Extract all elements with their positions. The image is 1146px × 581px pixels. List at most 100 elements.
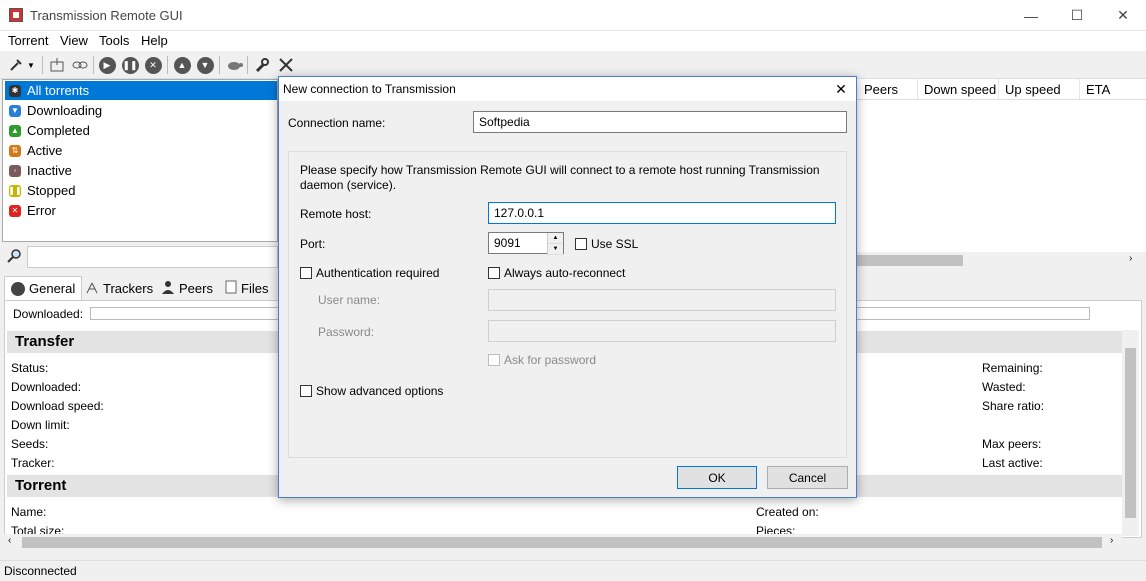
scroll-thumb[interactable] (22, 537, 1102, 548)
filter-error[interactable]: ✕ Error (5, 201, 277, 220)
search-row (0, 244, 278, 270)
menu-tools[interactable]: Tools (99, 33, 129, 48)
port-stepper[interactable]: 9091 ▲ ▼ (488, 232, 564, 255)
port-up-icon[interactable]: ▲ (548, 233, 563, 244)
scroll-thumb[interactable] (1125, 348, 1136, 518)
tab-files[interactable]: Files (218, 276, 275, 300)
connection-status: Disconnected (4, 564, 77, 578)
connection-settings-group: Please specify how Transmission Remote G… (288, 151, 847, 458)
download-speed-label: Download speed: (11, 399, 104, 413)
torrent-list-hscrollbar[interactable]: › (857, 252, 1146, 269)
add-torrent-icon[interactable] (47, 55, 67, 75)
toolbar-separator (167, 56, 168, 74)
remote-host-field[interactable]: 127.0.0.1 (488, 202, 836, 224)
minimize-button[interactable]: — (1008, 0, 1054, 31)
connection-name-field[interactable]: Softpedia (473, 111, 847, 133)
torrent-list[interactable] (857, 100, 1146, 252)
window-title: Transmission Remote GUI (30, 8, 183, 23)
peers-person-icon (161, 280, 175, 297)
connection-description: Please specify how Transmission Remote G… (300, 163, 820, 192)
ask-password-checkbox[interactable] (488, 354, 500, 366)
port-down-icon[interactable]: ▼ (548, 244, 563, 255)
tab-trackers[interactable]: Trackers (78, 276, 160, 300)
auto-reconnect-checkbox[interactable] (488, 267, 500, 279)
last-active-label: Last active: (982, 456, 1043, 470)
maximize-button[interactable]: ☐ (1054, 0, 1100, 31)
connect-icon[interactable] (6, 55, 26, 75)
seeds-label: Seeds: (11, 437, 49, 451)
pause-icon[interactable]: ❚❚ (120, 55, 140, 75)
search-input[interactable] (27, 246, 278, 268)
use-ssl-label: Use SSL (591, 237, 639, 251)
all-torrents-icon: ✱ (9, 84, 21, 97)
move-down-icon[interactable]: ▼ (195, 55, 215, 75)
tab-peers[interactable]: Peers (154, 276, 220, 300)
tab-general[interactable]: General (4, 276, 83, 300)
filter-inactive[interactable]: ◦ Inactive (5, 161, 277, 180)
ok-button[interactable]: OK (677, 466, 757, 489)
active-icon: ⇅ (9, 144, 21, 157)
menu-torrent[interactable]: Torrent (8, 33, 48, 48)
app-icon (9, 8, 23, 22)
add-link-icon[interactable] (70, 55, 90, 75)
details-hscrollbar[interactable]: ‹ › (4, 534, 1122, 551)
stopped-icon: ❚❚ (8, 184, 22, 197)
downloaded-label: Downloaded: (13, 307, 84, 321)
column-down-speed[interactable]: Down speed (924, 82, 996, 97)
scroll-thumb[interactable] (857, 255, 963, 266)
close-button[interactable]: ✕ (1100, 0, 1146, 31)
share-ratio-label: Share ratio: (982, 399, 1045, 413)
username-field[interactable] (488, 289, 836, 311)
status-label: Status: (11, 361, 49, 375)
menu-view[interactable]: View (60, 33, 88, 48)
torrent-list-header: Peers Down speed Up speed ETA (857, 79, 1146, 100)
move-up-icon[interactable]: ▲ (172, 55, 192, 75)
port-value[interactable]: 9091 (489, 233, 547, 253)
password-label: Password: (318, 325, 375, 339)
connect-dropdown-icon[interactable]: ▼ (24, 55, 38, 75)
toolbar: ▼ ▶ ❚❚ ✕ ▲ ▼ (0, 51, 1146, 79)
authentication-checkbox[interactable] (300, 267, 312, 279)
max-peers-label: Max peers: (982, 437, 1042, 451)
wasted-label: Wasted: (982, 380, 1026, 394)
scroll-right-icon[interactable]: › (1110, 535, 1113, 546)
filter-completed[interactable]: ▲ Completed (5, 121, 277, 140)
filter-stopped[interactable]: ❚❚ Stopped (5, 181, 277, 200)
detail-tabs: General Trackers Peers Files (0, 276, 280, 300)
details-vscrollbar[interactable] (1122, 330, 1139, 536)
alt-speed-turtle-icon[interactable] (224, 55, 244, 75)
column-up-speed[interactable]: Up speed (1005, 82, 1061, 97)
use-ssl-checkbox[interactable] (575, 238, 587, 250)
options-wrench-icon[interactable] (252, 55, 272, 75)
dialog-close-button[interactable]: ✕ (831, 80, 851, 98)
auto-reconnect-label: Always auto-reconnect (504, 266, 626, 280)
password-field[interactable] (488, 320, 836, 342)
stop-icon[interactable]: ✕ (143, 55, 163, 75)
completed-icon: ▲ (9, 124, 21, 137)
column-separator (998, 79, 999, 99)
start-icon[interactable]: ▶ (97, 55, 117, 75)
scroll-right-icon[interactable]: › (1129, 253, 1132, 264)
tracker-label: Tracker: (11, 456, 55, 470)
tracker-antenna-icon (85, 280, 99, 297)
column-separator (917, 79, 918, 99)
authentication-label: Authentication required (316, 266, 440, 280)
inactive-icon: ◦ (9, 164, 21, 177)
cancel-button[interactable]: Cancel (767, 466, 848, 489)
menu-help[interactable]: Help (141, 33, 168, 48)
scroll-left-icon[interactable]: ‹ (8, 535, 11, 546)
filter-active[interactable]: ⇅ Active (5, 141, 277, 160)
port-spin-buttons: ▲ ▼ (547, 233, 563, 255)
toolbar-separator (42, 56, 43, 74)
column-peers[interactable]: Peers (864, 82, 898, 97)
filter-downloading[interactable]: ▼ Downloading (5, 101, 277, 120)
info-icon (11, 281, 25, 296)
column-eta[interactable]: ETA (1086, 82, 1110, 97)
files-icon (225, 280, 237, 297)
filter-all-torrents[interactable]: ✱ All torrents (5, 81, 277, 100)
daemon-options-icon[interactable] (276, 55, 296, 75)
search-icon (6, 248, 22, 267)
advanced-options-checkbox[interactable] (300, 385, 312, 397)
created-on-label: Created on: (756, 505, 819, 519)
error-icon: ✕ (9, 204, 21, 217)
